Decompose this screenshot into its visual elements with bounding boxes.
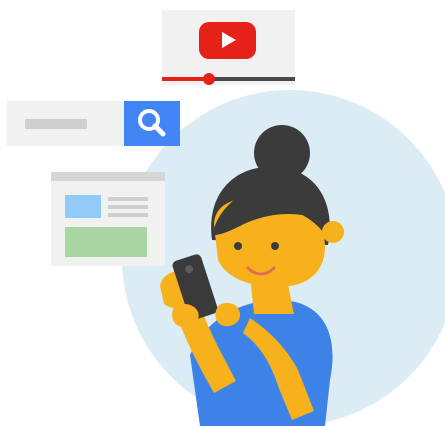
video-card xyxy=(162,10,295,85)
webpage-icon xyxy=(51,172,165,266)
search-card xyxy=(7,101,180,146)
ear xyxy=(322,221,344,243)
video-progress-fill xyxy=(162,77,209,81)
left-eye xyxy=(234,242,242,250)
thumb xyxy=(215,302,241,327)
webpage-header xyxy=(51,172,165,181)
video-progress-handle[interactable] xyxy=(203,73,215,85)
play-icon[interactable] xyxy=(199,22,256,59)
search-placeholder-bar xyxy=(25,119,87,129)
webpage-image-block xyxy=(65,195,101,218)
webpage-text-line xyxy=(108,213,148,217)
video-progress-bar[interactable] xyxy=(162,73,295,85)
search-button[interactable] xyxy=(124,101,180,146)
search-icon xyxy=(138,109,166,137)
right-eye xyxy=(271,242,279,250)
play-triangle xyxy=(222,32,236,48)
webpage-text-line xyxy=(108,197,148,201)
webpage-text-line xyxy=(108,205,148,209)
illustration-scene xyxy=(0,0,445,426)
search-input[interactable] xyxy=(7,101,124,146)
webpage-content-block xyxy=(65,227,147,257)
